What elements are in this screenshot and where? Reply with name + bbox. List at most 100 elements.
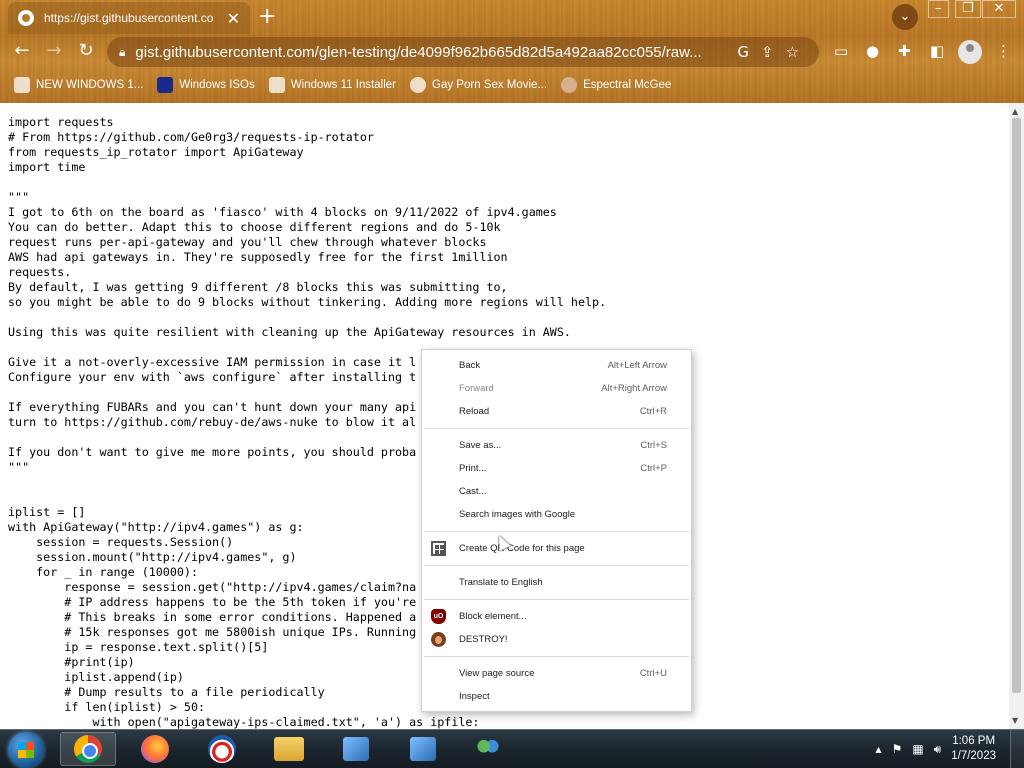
globe-icon <box>410 77 427 93</box>
network-computer-icon <box>343 737 369 761</box>
share-icon[interactable]: ⇪ <box>761 43 774 61</box>
browser-tab[interactable]: https://gist.githubusercontent.co ✕ <box>8 2 250 34</box>
chrome-icon <box>74 735 102 763</box>
back-button[interactable]: ← <box>10 40 34 61</box>
menu-kebab-icon[interactable]: ⋮ <box>996 42 1011 60</box>
menu-separator <box>424 428 689 429</box>
reload-button[interactable]: ↻ <box>74 40 98 61</box>
menu-label: Cast... <box>459 486 487 497</box>
menu-item-forward[interactable]: Forward Alt+Right Arrow <box>422 377 691 400</box>
folder-icon <box>274 737 304 761</box>
code-line: from requests_ip_rotator import ApiGatew… <box>8 145 304 159</box>
tab-search-button[interactable]: ⌄ <box>892 4 918 30</box>
menu-label: View page source <box>459 668 535 679</box>
profile-avatar[interactable] <box>958 40 982 64</box>
tray-expand-icon[interactable]: ▴ <box>876 742 882 756</box>
menu-label: Back <box>459 360 481 371</box>
menu-label: DESTROY! <box>459 634 508 645</box>
menu-label: Translate to English <box>459 577 543 588</box>
people-icon <box>474 735 502 763</box>
close-window-button[interactable]: ✕ <box>982 0 1016 18</box>
bookmark-item[interactable]: Gay Porn Sex Movie... <box>410 77 547 93</box>
menu-shortcut: Alt+Left Arrow <box>607 360 667 371</box>
network-icon[interactable]: ▦ <box>912 742 923 756</box>
lock-icon[interactable]: 🔒︎ <box>119 45 125 60</box>
bookmark-star-icon[interactable]: ☆ <box>786 43 799 61</box>
menu-separator <box>424 565 689 566</box>
clock[interactable]: 1:06 PM 1/7/2023 <box>951 734 996 764</box>
show-desktop-button[interactable] <box>1010 730 1024 768</box>
menu-item-qr-code[interactable]: Create QR Code for this page <box>422 537 691 560</box>
extension-face-icon[interactable]: ● <box>866 42 879 60</box>
bookmark-icon <box>561 77 578 93</box>
menu-label: Inspect <box>459 691 490 702</box>
clock-time: 1:06 PM <box>952 735 996 747</box>
code-line: I got to 6th on the board as 'fiasco' wi… <box>8 205 557 219</box>
menu-item-destroy[interactable]: DESTROY! <box>422 628 691 651</box>
menu-item-print[interactable]: Print... Ctrl+P <box>422 457 691 480</box>
code-line: AWS had api gateways in. They're suppose… <box>8 250 508 264</box>
side-panel-icon[interactable]: ◧ <box>930 42 944 60</box>
menu-item-block-element[interactable]: uO Block element... <box>422 605 691 628</box>
address-bar[interactable]: 🔒︎ gist.githubusercontent.com/glen-testi… <box>107 37 819 67</box>
bookmark-item[interactable]: Windows ISOs <box>157 77 255 93</box>
system-tray: ▴ ⚑ ▦ 🔊︎ 1:06 PM 1/7/2023 <box>876 730 1024 768</box>
scroll-down-icon[interactable]: ▼ <box>1012 716 1018 725</box>
bookmark-item[interactable]: NEW WINDOWS 1... <box>14 77 143 93</box>
menu-item-cast[interactable]: Cast... <box>422 480 691 503</box>
bookmark-label: Espectral McGee <box>583 79 672 91</box>
menu-separator <box>424 656 689 657</box>
menu-item-view-source[interactable]: View page source Ctrl+U <box>422 662 691 685</box>
forward-button[interactable]: → <box>42 40 66 61</box>
url-text[interactable]: gist.githubusercontent.com/glen-testing/… <box>135 44 725 61</box>
bookmark-item[interactable]: Espectral McGee <box>561 77 671 93</box>
firefox-icon <box>141 735 169 763</box>
scroll-up-icon[interactable]: ▲ <box>1012 107 1018 116</box>
close-tab-icon[interactable]: ✕ <box>227 9 240 28</box>
menu-label: Search images with Google <box>459 509 576 520</box>
menu-shortcut: Alt+Right Arrow <box>601 383 667 394</box>
bookmark-label: NEW WINDOWS 1... <box>36 79 144 91</box>
menu-label: Block element... <box>459 611 527 622</box>
taskbar-network-1[interactable] <box>328 732 384 766</box>
vertical-scrollbar[interactable]: ▲ ▼ <box>1009 103 1024 729</box>
network-computer-icon <box>410 737 436 761</box>
restore-button[interactable]: ❐ <box>955 0 981 18</box>
minimize-button[interactable]: – <box>928 0 949 18</box>
face-extension-icon <box>431 632 446 647</box>
new-tab-button[interactable]: + <box>258 4 276 29</box>
menu-item-reload[interactable]: Reload Ctrl+R <box>422 400 691 423</box>
menu-label: Reload <box>459 406 490 417</box>
menu-item-translate[interactable]: Translate to English <box>422 571 691 594</box>
taskbar-firefox[interactable] <box>127 732 183 766</box>
bookmark-label: Windows 11 Installer <box>290 79 397 91</box>
extension-flag-icon[interactable]: ▭ <box>834 42 848 60</box>
code-line: By default, I was getting 9 different /8… <box>8 280 508 294</box>
taskbar-chrome[interactable] <box>60 732 116 766</box>
taskbar-explorer[interactable] <box>261 732 317 766</box>
volume-icon[interactable]: 🔊︎ <box>934 742 942 757</box>
menu-item-back[interactable]: Back Alt+Left Arrow <box>422 354 691 377</box>
taskbar-people[interactable] <box>460 732 516 766</box>
scrollbar-thumb[interactable] <box>1012 118 1021 693</box>
taskbar-app-logo[interactable] <box>194 732 250 766</box>
code-line: so you might be able to do 9 blocks with… <box>8 295 607 309</box>
menu-shortcut: Ctrl+R <box>639 406 667 417</box>
bookmark-label: Windows ISOs <box>179 79 255 91</box>
extensions-puzzle-icon[interactable]: ✚ <box>898 42 911 60</box>
context-menu: Back Alt+Left Arrow Forward Alt+Right Arro… <box>421 349 692 712</box>
menu-item-search-images[interactable]: Search images with Google <box>422 503 691 526</box>
menu-item-save-as[interactable]: Save as... Ctrl+S <box>422 434 691 457</box>
bookmark-item[interactable]: Windows 11 Installer <box>268 77 397 93</box>
ublock-icon: uO <box>431 609 446 624</box>
menu-label: Forward <box>459 383 494 394</box>
start-button[interactable] <box>8 732 44 768</box>
flag-icon[interactable]: ⚑ <box>892 742 903 756</box>
taskbar: ▴ ⚑ ▦ 🔊︎ 1:06 PM 1/7/2023 <box>0 729 1024 768</box>
taskbar-network-2[interactable] <box>395 732 451 766</box>
menu-item-inspect[interactable]: Inspect <box>422 685 691 708</box>
google-lens-icon[interactable]: G <box>737 43 749 61</box>
code-line: import requests <box>8 115 114 129</box>
